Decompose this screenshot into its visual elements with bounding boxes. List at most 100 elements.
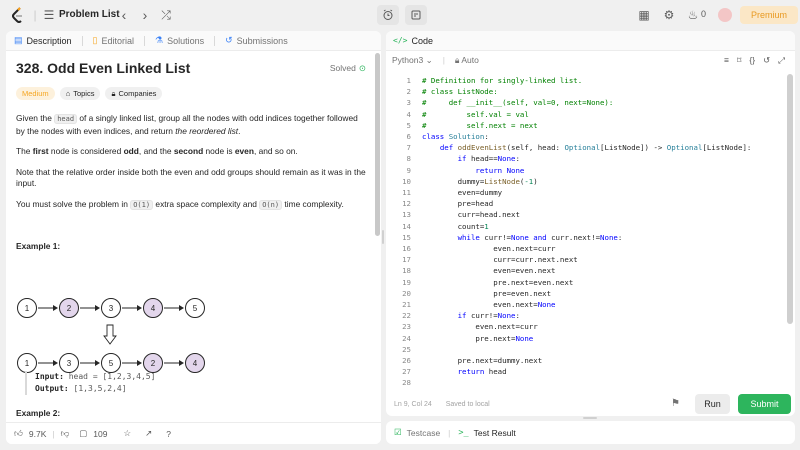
input-label: Input: (35, 372, 64, 381)
format-icon[interactable]: ≡ (724, 55, 729, 66)
description-paragraph: The first node is considered odd, and th… (16, 146, 366, 158)
description-paragraph: You must solve the problem in O(1) extra… (16, 199, 366, 212)
companies-chip[interactable]: 🔒︎ Companies (105, 87, 163, 100)
tab-divider (214, 35, 216, 46)
test-panel: ☑ Testcase | >_ Test Result (386, 421, 795, 444)
gear-icon[interactable]: ⚙ (662, 8, 676, 22)
solved-label: Solved (329, 63, 356, 73)
run-button[interactable]: Run (695, 394, 730, 414)
engagement-bar: 👍︎ 9.7K | 👎︎ ▢ 109 ☆ ↗ ? (6, 422, 381, 444)
bold-text: odd (123, 146, 139, 156)
tab-description[interactable]: ▤ Description (14, 35, 72, 46)
line-number: 3 (406, 98, 411, 108)
line-number: 25 (402, 344, 411, 354)
problem-list-link[interactable]: Problem List (59, 9, 120, 20)
code-line: pre=even.next (422, 288, 552, 298)
code-panel: </> Code Python3 ⌄ | 🔒︎ Auto ≡ ⌑ {} ↺ ⤢ … (386, 31, 795, 416)
scrollbar[interactable] (787, 74, 793, 324)
notes-button[interactable] (405, 5, 427, 25)
tab-editorial[interactable]: ▯ Editorial (93, 35, 134, 46)
bold-text: even (234, 146, 254, 156)
code-line: # self.next = next (422, 120, 538, 130)
tab-submissions-label: Submissions (236, 35, 288, 46)
tab-testcase[interactable]: Testcase (407, 428, 441, 438)
tab-divider (144, 35, 146, 46)
top-bar: | ☰ Problem List ‹ › ⤮ ▦ ⚙ ♨ 0 Premium (0, 0, 800, 30)
example-title: Example 2: (16, 408, 61, 418)
code-line: class Solution: (422, 132, 489, 141)
note-icon (411, 10, 421, 20)
code-editor[interactable]: 1 # Definition for singly-linked list. 2 # … (386, 74, 795, 388)
layout-grid-icon[interactable]: ▦ (637, 8, 651, 22)
tab-solutions[interactable]: ⚗ Solutions (155, 35, 204, 46)
avatar[interactable] (718, 8, 732, 22)
resize-handle[interactable] (382, 230, 384, 244)
code-line: # self.val = val (422, 109, 529, 119)
next-problem-icon[interactable]: › (138, 7, 152, 23)
thumbs-up-icon[interactable]: 👍︎ (14, 428, 23, 439)
line-number: 8 (406, 154, 411, 164)
reset-icon[interactable]: ↺ (763, 55, 770, 66)
text: The (16, 146, 33, 156)
code-toolbar: Python3 ⌄ | 🔒︎ Auto ≡ ⌑ {} ↺ ⤢ (386, 51, 795, 69)
tab-divider (81, 35, 83, 46)
resize-handle[interactable] (583, 417, 597, 419)
leetcode-logo[interactable] (12, 7, 26, 23)
line-number: 28 (402, 378, 411, 388)
arrow-head (179, 305, 184, 311)
braces-icon[interactable]: {} (749, 55, 755, 66)
prev-problem-icon[interactable]: ‹ (117, 7, 131, 23)
line-number: 1 (406, 76, 411, 85)
bookmark-icon[interactable]: ⌑ (737, 55, 741, 66)
debug-icon[interactable]: ⚑ (671, 398, 680, 409)
input-list-node-label: 5 (193, 304, 198, 313)
arrow-head (137, 360, 142, 366)
editor-status: Ln 9, Col 24 Saved to local (394, 401, 490, 408)
line-number: 26 (402, 356, 411, 365)
topics-chip[interactable]: ⌂ Topics (59, 87, 101, 100)
center-actions (377, 5, 427, 25)
language-select[interactable]: Python3 ⌄ (392, 55, 433, 66)
thumbs-down-icon[interactable]: 👎︎ (61, 428, 70, 439)
terminal-icon: >_ (458, 427, 469, 438)
code-line: even.next=None (422, 300, 556, 309)
code-icon: </> (393, 36, 408, 45)
tab-test-result[interactable]: Test Result (474, 428, 516, 438)
auto-mode[interactable]: 🔒︎ Auto (455, 55, 479, 66)
example-io: Input: head = [1,2,3,4,5] Output: [1,3,5… (25, 371, 155, 395)
line-number: 7 (406, 143, 411, 153)
tab-solutions-label: Solutions (167, 35, 205, 46)
share-icon[interactable]: ↗ (145, 428, 152, 439)
timer-button[interactable] (377, 5, 399, 25)
arrow-head (95, 360, 100, 366)
code-line: # def __init__(self, val=0, next=None): (422, 98, 614, 108)
line-number: 12 (402, 199, 411, 209)
star-icon[interactable]: ☆ (123, 428, 131, 439)
code-line: if curr!=None: (457, 311, 520, 321)
scrollbar[interactable] (375, 53, 380, 236)
arrow-head (137, 305, 142, 311)
alarm-clock-icon (383, 9, 393, 20)
difficulty-badge[interactable]: Medium (16, 87, 55, 100)
expand-icon[interactable]: ⤢ (778, 55, 785, 66)
inline-code: head (54, 114, 78, 124)
premium-button[interactable]: Premium (740, 6, 798, 24)
line-number: 2 (406, 87, 411, 97)
text: node is considered (48, 146, 124, 156)
example-input: Input: head = [1,2,3,4,5] (35, 371, 155, 383)
tab-submissions[interactable]: ↺ Submissions (225, 35, 288, 46)
submit-button[interactable]: Submit (738, 394, 791, 414)
shuffle-icon[interactable]: ⤮ (159, 8, 173, 22)
comment-icon[interactable]: ▢ (79, 428, 87, 439)
streak-fire-icon[interactable]: ♨ (686, 8, 700, 22)
arrow-head (53, 305, 58, 311)
page-title: 328. Odd Even Linked List (16, 60, 191, 76)
problem-list-icon[interactable]: ☰ (42, 8, 56, 22)
flask-icon: ⚗ (155, 35, 164, 45)
text: node is (203, 146, 235, 156)
check-circle-icon: ⊙ (358, 63, 366, 73)
editorial-icon: ▯ (92, 35, 98, 45)
code-line: count=1 (422, 221, 489, 231)
code-title: Code (411, 35, 433, 46)
help-icon[interactable]: ? (166, 429, 171, 439)
